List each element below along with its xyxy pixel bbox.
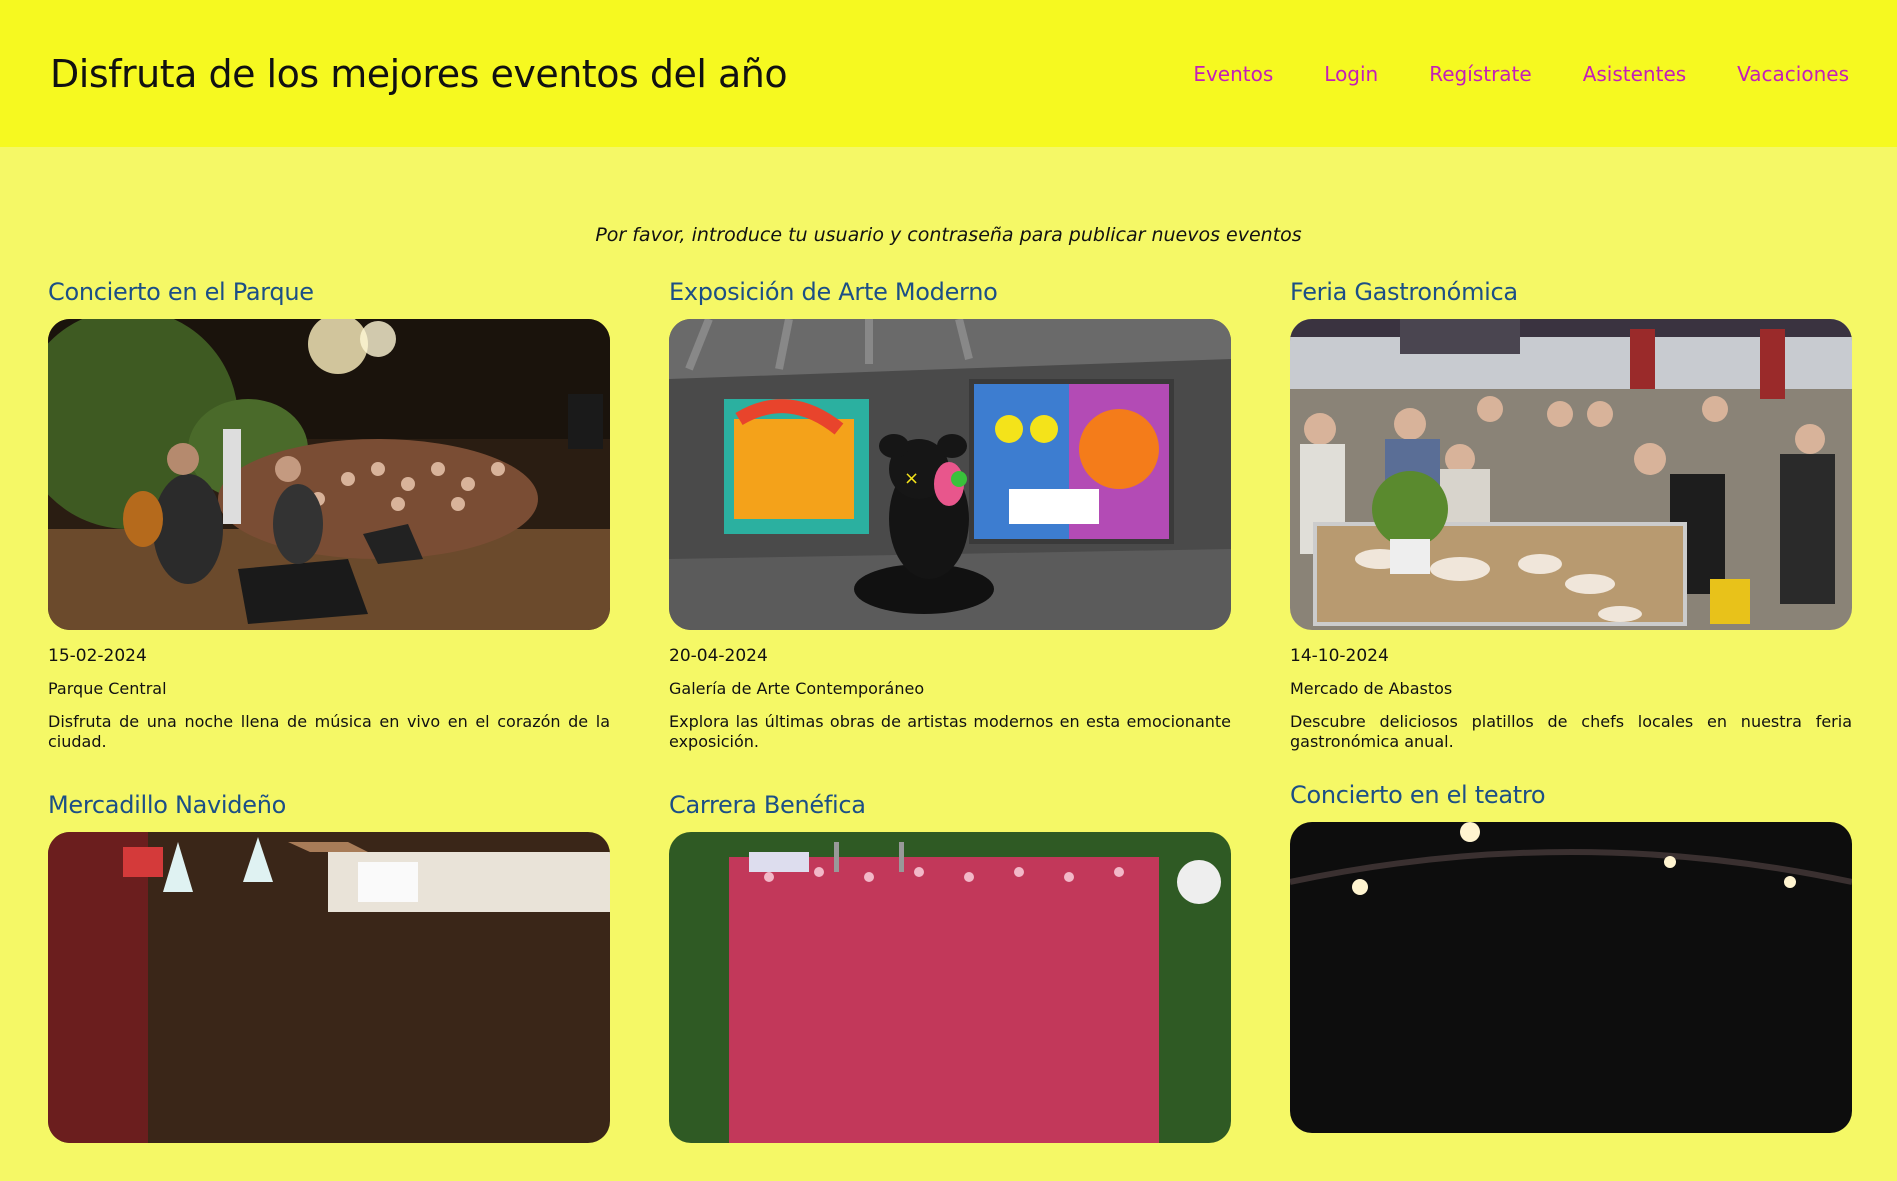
event-card: Concierto en el teatro [1290, 780, 1852, 1143]
event-image-art-exhibition[interactable]: × [669, 319, 1231, 630]
event-description: Explora las últimas obras de artistas mo… [669, 712, 1231, 751]
nav-link-vacaciones[interactable]: Vacaciones [1737, 62, 1849, 86]
events-grid: Concierto en el Parque 15-02-2024 Parque… [0, 277, 1897, 1181]
svg-text:×: × [904, 468, 919, 489]
event-description: Descubre deliciosos platillos de chefs l… [1290, 712, 1852, 751]
nav-link-eventos[interactable]: Eventos [1193, 62, 1273, 86]
event-card: Exposición de Arte Moderno × 20-04-2024 … [669, 277, 1231, 752]
event-image-charity-race[interactable] [669, 832, 1231, 1143]
main-nav: Eventos Login Regístrate Asistentes Vaca… [1193, 62, 1849, 86]
event-title[interactable]: Concierto en el Parque [48, 277, 610, 307]
event-title[interactable]: Concierto en el teatro [1290, 780, 1852, 810]
event-card: Feria Gastronómica 14-10-2024 Mercado de… [1290, 277, 1852, 752]
event-place: Mercado de Abastos [1290, 679, 1453, 698]
event-date: 15-02-2024 [48, 646, 147, 666]
event-date: 14-10-2024 [1290, 646, 1389, 666]
nav-link-asistentes[interactable]: Asistentes [1583, 62, 1686, 86]
event-card: Concierto en el Parque 15-02-2024 Parque… [48, 277, 610, 752]
event-card: Carrera Benéfica [669, 790, 1231, 1143]
event-place: Parque Central [48, 679, 167, 698]
event-card: Mercadillo Navideño [48, 790, 610, 1143]
site-header: Disfruta de los mejores eventos del año … [0, 0, 1897, 147]
event-image-theater-concert[interactable] [1290, 822, 1852, 1133]
event-image-christmas-market[interactable] [48, 832, 610, 1143]
nav-link-registrate[interactable]: Regístrate [1429, 62, 1531, 86]
event-image-food-fair[interactable] [1290, 319, 1852, 630]
event-date: 20-04-2024 [669, 646, 768, 666]
nav-link-login[interactable]: Login [1324, 62, 1378, 86]
event-image-concert-park[interactable] [48, 319, 610, 630]
event-title[interactable]: Carrera Benéfica [669, 790, 1231, 820]
event-description: Disfruta de una noche llena de música en… [48, 712, 610, 751]
event-place: Galería de Arte Contemporáneo [669, 679, 925, 698]
page-title: Disfruta de los mejores eventos del año [50, 51, 788, 96]
event-title[interactable]: Mercadillo Navideño [48, 790, 610, 820]
login-notice: Por favor, introduce tu usuario y contra… [595, 224, 1302, 246]
event-title[interactable]: Exposición de Arte Moderno [669, 277, 1231, 307]
event-title[interactable]: Feria Gastronómica [1290, 277, 1852, 307]
